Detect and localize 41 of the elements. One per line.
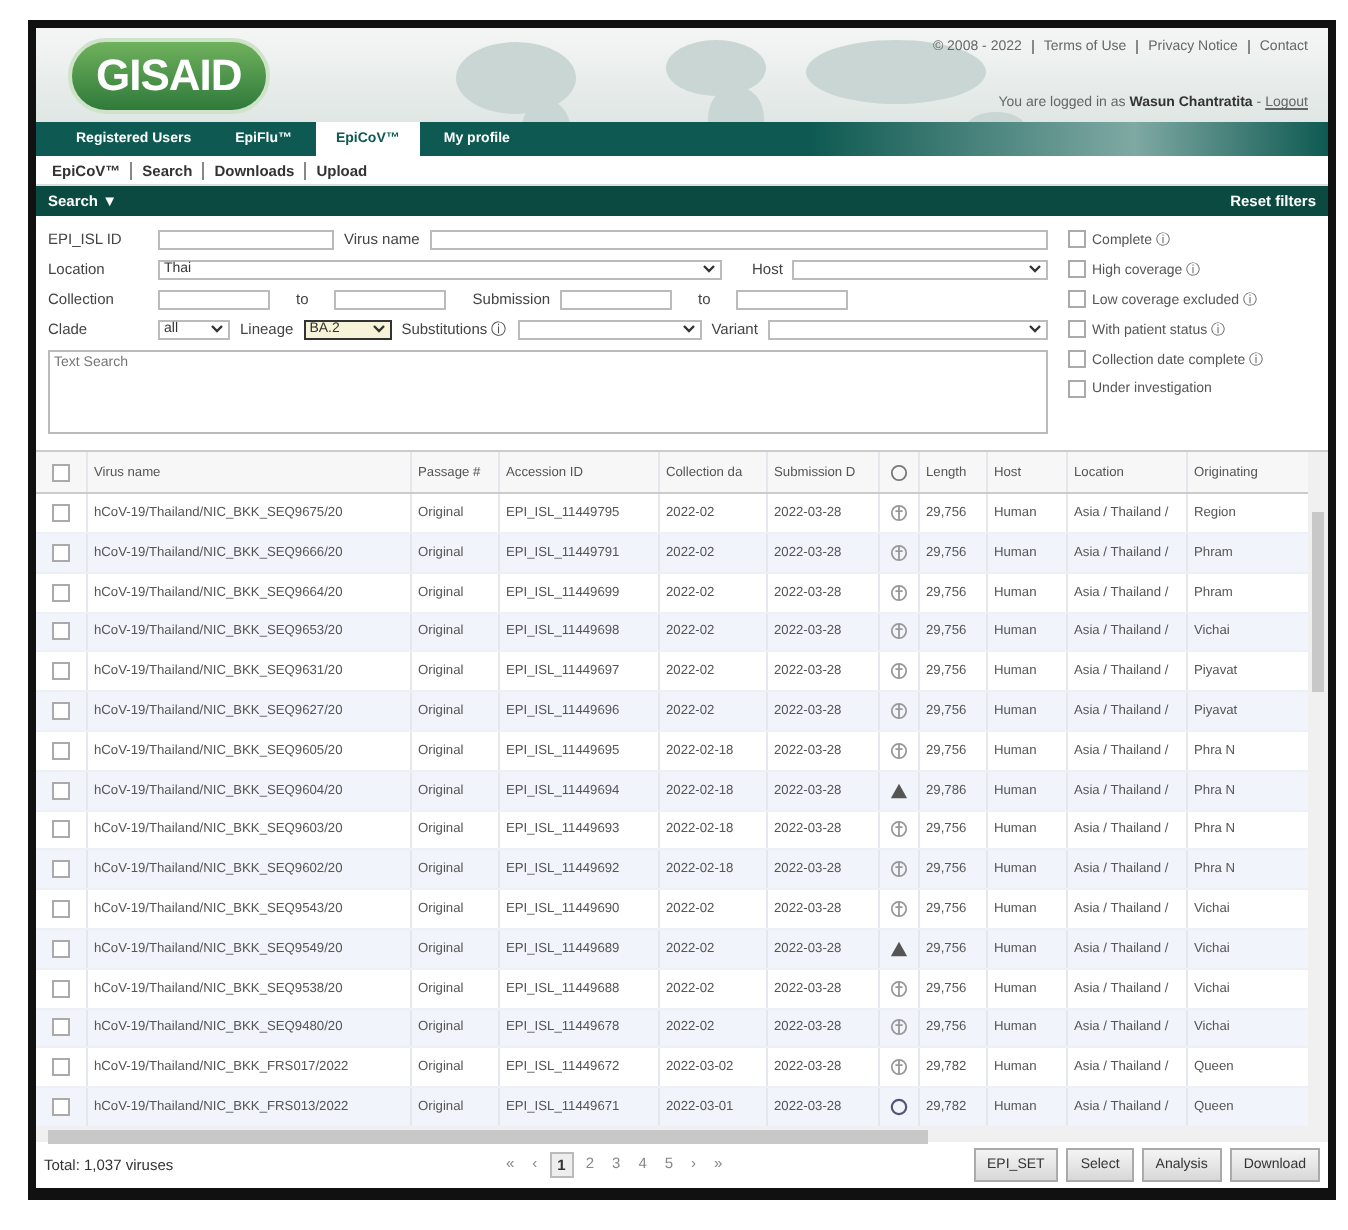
date-input[interactable] <box>736 289 849 310</box>
row-checkbox[interactable] <box>52 860 70 879</box>
gisaid-logo[interactable]: GISAID <box>68 37 270 114</box>
row-checkbox[interactable] <box>52 543 70 562</box>
checkbox[interactable] <box>1068 350 1086 369</box>
substitutions-dropdown[interactable] <box>517 319 702 340</box>
checkbox[interactable] <box>1068 230 1086 249</box>
vertical-scrollbar[interactable] <box>1308 452 1328 1128</box>
row-checkbox[interactable] <box>52 702 70 721</box>
chevron-down-icon <box>1028 324 1042 335</box>
row-checkbox[interactable] <box>52 1018 70 1037</box>
status-column-icon <box>890 463 908 482</box>
row-checkbox[interactable] <box>52 622 70 641</box>
row-checkbox[interactable] <box>52 1098 70 1117</box>
checkbox[interactable] <box>1068 260 1086 279</box>
date-input[interactable] <box>158 289 270 310</box>
epi-isl-input[interactable] <box>158 229 334 250</box>
checkbox[interactable] <box>1068 380 1086 399</box>
date-input[interactable] <box>334 289 447 310</box>
row-checkbox[interactable] <box>52 781 70 800</box>
chevron-down-icon <box>702 264 716 275</box>
row-checkbox[interactable] <box>52 583 70 602</box>
chevron-down-icon <box>681 324 696 335</box>
row-checkbox[interactable] <box>52 504 70 523</box>
row-checkbox[interactable] <box>52 900 70 919</box>
checkbox[interactable] <box>1068 320 1086 339</box>
row-checkbox[interactable] <box>52 979 70 998</box>
chevron-down-icon <box>1028 264 1042 275</box>
virus-name-input[interactable] <box>429 229 1048 250</box>
variant-dropdown[interactable] <box>767 319 1048 340</box>
chevron-down-icon <box>371 324 386 335</box>
row-checkbox[interactable] <box>52 820 70 839</box>
row-checkbox[interactable] <box>52 741 70 760</box>
row-checkbox[interactable] <box>52 1058 70 1077</box>
chevron-down-icon <box>210 324 224 335</box>
row-checkbox[interactable] <box>52 939 70 958</box>
row-checkbox[interactable] <box>52 662 70 681</box>
select-all-checkbox[interactable] <box>52 463 70 482</box>
host-dropdown[interactable] <box>792 259 1048 280</box>
checkbox[interactable] <box>1068 290 1086 309</box>
date-input[interactable] <box>560 289 673 310</box>
